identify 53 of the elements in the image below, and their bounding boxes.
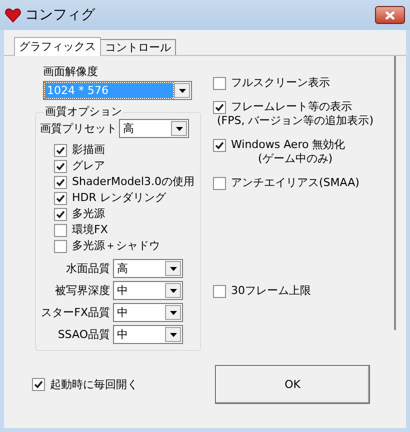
field-label: 画面解像度 — [43, 65, 99, 79]
tab[interactable]: グラフィックス — [14, 37, 101, 56]
checkbox-label: 影描画 — [72, 143, 105, 157]
caret-icon — [170, 288, 176, 292]
checkbox-label: HDR レンダリング — [72, 191, 166, 205]
checkbox-label: フレームレート等の表示 — [231, 100, 352, 114]
dropdown[interactable]: 中 — [113, 303, 183, 322]
field-label: 被写界深度 — [54, 284, 110, 298]
field-label: 水面品質 — [65, 262, 110, 276]
caret-icon — [170, 266, 176, 270]
checkbox[interactable] — [54, 224, 67, 236]
heart-icon — [5, 8, 21, 22]
caret-icon — [178, 88, 186, 92]
checkbox[interactable] — [54, 144, 67, 156]
checkbox[interactable] — [213, 76, 226, 90]
checkbox[interactable] — [54, 208, 67, 220]
window-title: コンフィグ — [25, 8, 95, 22]
ok-button[interactable]: OK — [215, 365, 370, 404]
option-note: (ゲーム中のみ) — [256, 152, 333, 166]
checkbox[interactable] — [213, 138, 226, 152]
checkbox[interactable] — [54, 192, 67, 204]
checkbox[interactable] — [54, 240, 67, 252]
checkbox[interactable] — [213, 176, 226, 190]
field-label: SSAO品質 — [56, 328, 110, 342]
dropdown[interactable]: 中 — [113, 281, 183, 300]
close-icon — [385, 10, 395, 20]
dropdown[interactable]: 高 — [119, 119, 189, 138]
checkbox-label: 多光源＋シャドウ — [72, 239, 160, 253]
checkbox-label: 環境FX — [72, 223, 108, 237]
field-label: 画質プリセット — [40, 122, 117, 136]
group-title: 画質オプション — [44, 105, 123, 119]
option-note: (FPS, バージョン等の追加表示) — [216, 114, 374, 128]
checkbox-label: グレア — [72, 159, 105, 173]
checkbox[interactable] — [32, 378, 45, 391]
caret-icon — [170, 332, 176, 336]
checkbox-label: アンチエイリアス(SMAA) — [231, 176, 360, 190]
checkbox-label: 30フレーム上限 — [231, 284, 311, 298]
checkbox[interactable] — [54, 176, 67, 188]
checkbox-label: Windows Aero 無効化 — [231, 138, 346, 152]
dropdown[interactable]: 高 — [113, 259, 183, 278]
checkbox[interactable] — [213, 100, 226, 114]
caret-icon — [170, 310, 176, 314]
checkbox[interactable] — [54, 160, 67, 172]
field-label: スターFX品質 — [40, 306, 110, 320]
close-button[interactable] — [375, 6, 405, 24]
checkbox-label: ShaderModel3.0の使用 — [72, 175, 194, 189]
caret-icon — [176, 126, 182, 130]
checkbox-label: 多光源 — [72, 207, 105, 221]
dropdown[interactable]: 中 — [113, 325, 183, 344]
checkbox-label: フルスクリーン表示 — [231, 76, 330, 90]
checkbox[interactable] — [213, 284, 226, 298]
tab[interactable]: コントロール — [101, 39, 176, 55]
checkbox-label: 起動時に毎回開く — [50, 378, 138, 392]
